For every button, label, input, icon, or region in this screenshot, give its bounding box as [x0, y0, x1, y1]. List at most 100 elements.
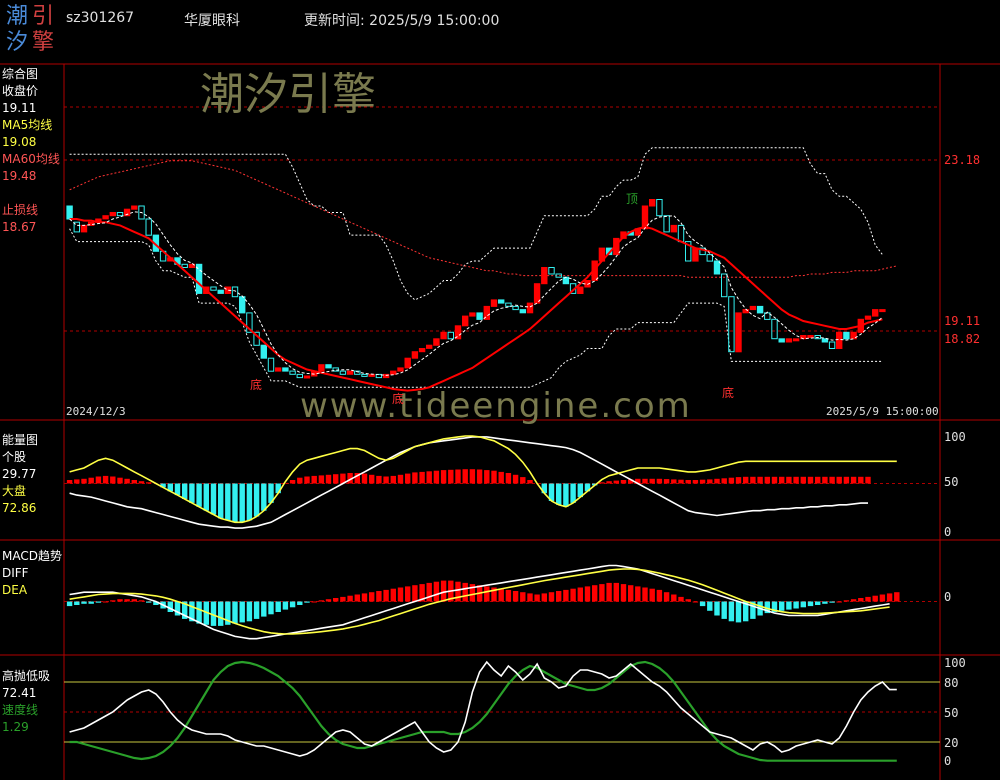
- macd-bar: [289, 601, 296, 608]
- macd-bar: [268, 601, 274, 615]
- energy-bar: [405, 473, 411, 484]
- macd-bar: [642, 587, 648, 602]
- panel2-labels: 能量图 个股 29.77 大盘 72.86: [2, 432, 38, 517]
- p1-label-9: 18.67: [2, 220, 37, 234]
- macd-bar: [685, 599, 691, 602]
- macd-bar: [613, 582, 619, 602]
- energy-bar: [390, 475, 396, 484]
- candle: [231, 286, 239, 298]
- candle: [296, 373, 304, 379]
- candle: [807, 335, 814, 338]
- candle: [102, 215, 109, 220]
- macd-bar: [570, 588, 576, 602]
- macd-bar: [383, 589, 389, 602]
- energy-bar: [74, 479, 80, 484]
- candle: [282, 367, 289, 372]
- macd-bar: [606, 582, 612, 602]
- candle: [836, 331, 843, 349]
- macd-bar: [253, 601, 260, 619]
- candle: [764, 312, 771, 320]
- macd-bar: [692, 601, 699, 603]
- energy-bar: [527, 480, 533, 484]
- macd-bar: [325, 599, 332, 602]
- candle: [728, 296, 735, 353]
- candle: [548, 267, 555, 275]
- candle: [519, 309, 526, 314]
- macd-bar: [836, 601, 842, 603]
- p4-axis-20: 20: [944, 736, 959, 750]
- candle: [325, 364, 332, 369]
- macd-bar: [369, 592, 375, 602]
- macd-bar: [635, 586, 641, 602]
- macd-bar: [440, 580, 447, 602]
- macd-bar: [793, 601, 799, 609]
- brand-watermark: 潮汐引擎: [200, 69, 376, 120]
- macd-bar: [354, 594, 360, 602]
- p1-label-7: [2, 185, 60, 202]
- ma60-line: [69, 160, 897, 278]
- candle: [541, 267, 548, 285]
- energy-bar: [649, 478, 655, 484]
- candle: [397, 367, 404, 372]
- macd-bar: [390, 588, 396, 602]
- candle: [239, 296, 246, 314]
- energy-bar: [253, 483, 260, 517]
- energy-bar: [419, 471, 425, 484]
- candle: [426, 344, 433, 349]
- candle: [447, 331, 455, 340]
- logo-char-2: 引: [32, 4, 55, 29]
- macd-bar: [261, 601, 267, 617]
- candle: [677, 224, 685, 243]
- macd-bar: [807, 601, 814, 607]
- stock-name: 华厦眼科: [184, 13, 240, 29]
- candle: [66, 205, 73, 220]
- energy-bar: [448, 469, 454, 484]
- p4-axis-50: 50: [944, 706, 959, 720]
- candle: [778, 338, 785, 343]
- p4-label-0: 高抛低吸: [2, 669, 51, 683]
- macd-bar: [347, 595, 353, 602]
- candle: [289, 370, 296, 375]
- macd-bar: [74, 601, 80, 605]
- macd-bar: [304, 601, 310, 603]
- ma5-line: [69, 211, 883, 376]
- p4-label-2: 速度线: [2, 703, 39, 717]
- energy-bar: [369, 474, 375, 484]
- macd-bar: [872, 595, 878, 602]
- macd-bar: [246, 601, 253, 622]
- macd-bar: [397, 587, 404, 602]
- bottom-mark-1: 底: [250, 378, 263, 392]
- energy-bar: [376, 475, 382, 484]
- logo-char-4: 擎: [32, 30, 55, 55]
- candle: [656, 199, 663, 217]
- macd-bar: [786, 601, 792, 610]
- bottom-mark-2: 底: [392, 392, 405, 406]
- energy-bar: [685, 480, 691, 484]
- candle: [821, 338, 829, 343]
- energy-bar: [455, 469, 461, 484]
- candle: [872, 309, 879, 317]
- energy-bar: [225, 483, 231, 521]
- p2-axis-100: 100: [944, 430, 966, 444]
- macd-bar: [412, 585, 418, 602]
- energy-bar: [721, 478, 727, 484]
- energy-bar: [66, 480, 73, 484]
- macd-bar: [843, 600, 850, 602]
- macd-bar: [95, 601, 102, 603]
- energy-bar: [699, 479, 706, 484]
- candle: [275, 367, 282, 372]
- macd-bar: [656, 589, 663, 602]
- energy-bar: [800, 476, 806, 484]
- macd-bar: [117, 599, 123, 602]
- energy-bar: [146, 482, 152, 484]
- ma-red-line: [69, 218, 883, 392]
- macd-bar: [556, 591, 562, 602]
- energy-bar: [606, 481, 612, 484]
- macd-bar: [527, 593, 533, 602]
- p2-label-0: 能量图: [2, 433, 39, 447]
- candle: [533, 283, 541, 304]
- logo-char-1: 潮: [6, 4, 29, 29]
- p4-label-1: 72.41: [2, 686, 37, 700]
- candle: [339, 370, 347, 375]
- energy-bar: [678, 479, 684, 484]
